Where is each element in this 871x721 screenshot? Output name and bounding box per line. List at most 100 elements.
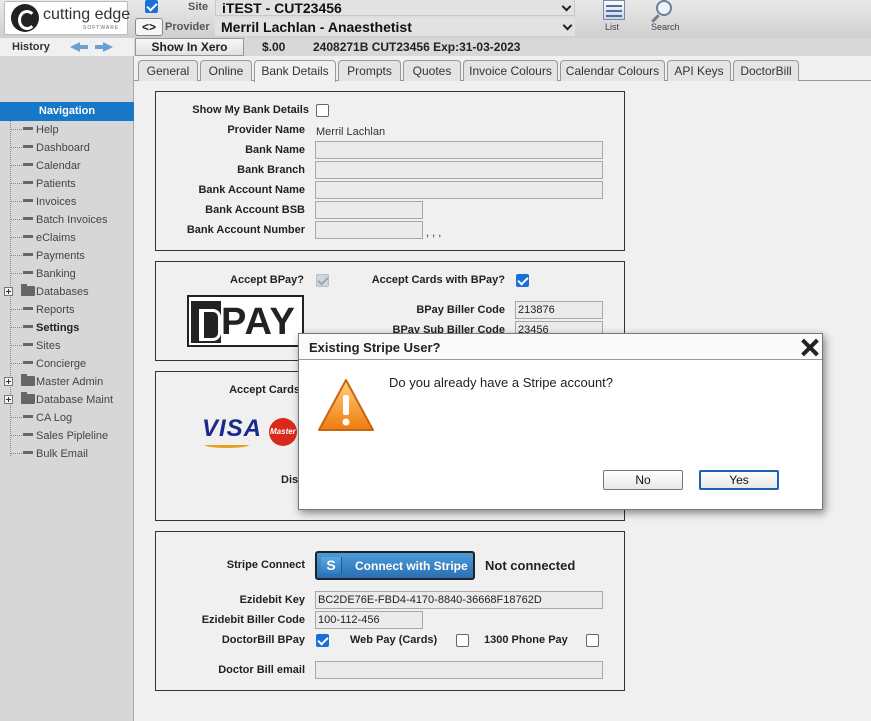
- sidebar-item[interactable]: Invoices: [0, 193, 134, 211]
- bank-account-number-input[interactable]: [315, 221, 423, 239]
- doctor-bill-email-label: Doctor Bill email: [218, 664, 305, 676]
- no-button[interactable]: No: [603, 470, 683, 490]
- sidebar-item-label: Reports: [36, 304, 75, 316]
- sidebar-item[interactable]: Database Maint: [0, 391, 134, 409]
- search-label[interactable]: Search: [651, 22, 680, 32]
- tab-quotes[interactable]: Quotes: [403, 60, 461, 81]
- doctorbill-bpay-checkbox[interactable]: [316, 634, 329, 647]
- sidebar-item[interactable]: Settings: [0, 319, 134, 337]
- doctorbill-bpay-label: DoctorBill BPay: [221, 634, 305, 646]
- phone-pay-checkbox[interactable]: [586, 634, 599, 647]
- sidebar-item[interactable]: Sales Pipleline: [0, 427, 134, 445]
- expand-icon[interactable]: [4, 287, 13, 296]
- stripe-status: Not connected: [485, 558, 576, 573]
- ezidebit-biller-code-label: Ezidebit Biller Code: [201, 614, 305, 626]
- tab-api-keys[interactable]: API Keys: [667, 60, 731, 81]
- expand-icon[interactable]: [4, 395, 13, 404]
- logo-mark-icon: [11, 4, 39, 32]
- site-label: Site: [188, 1, 209, 13]
- tree-connector: [11, 165, 22, 166]
- provider-select[interactable]: Merril Lachlan - Anaesthetist: [215, 18, 575, 36]
- tree-connector: [11, 147, 22, 148]
- item-bullet-icon: [23, 163, 33, 166]
- tree-connector: [11, 255, 22, 256]
- sidebar-item-label: Payments: [36, 250, 85, 262]
- expand-icon[interactable]: [4, 377, 13, 386]
- tree-connector: [11, 363, 22, 364]
- item-bullet-icon: [23, 415, 33, 418]
- sidebar-item[interactable]: CA Log: [0, 409, 134, 427]
- tab-general[interactable]: General: [138, 60, 198, 81]
- tab-online[interactable]: Online: [200, 60, 252, 81]
- item-bullet-icon: [23, 199, 33, 202]
- tab-bank-details[interactable]: Bank Details: [254, 60, 336, 82]
- sidebar-item[interactable]: Payments: [0, 247, 134, 265]
- site-checkbox[interactable]: [145, 0, 158, 13]
- visa-swoosh: [205, 442, 249, 448]
- bpay-biller-code-label: BPay Biller Code: [416, 304, 505, 316]
- sidebar-item-label: Invoices: [36, 196, 77, 208]
- sidebar-item[interactable]: eClaims: [0, 229, 134, 247]
- doctor-bill-email-input[interactable]: [315, 661, 603, 679]
- sidebar-item[interactable]: Sites: [0, 337, 134, 355]
- item-bullet-icon: [23, 145, 33, 148]
- sidebar-item[interactable]: Calendar: [0, 157, 134, 175]
- list-label[interactable]: List: [605, 22, 619, 32]
- history-back-arrow-icon[interactable]: [70, 40, 88, 54]
- tab-prompts[interactable]: Prompts: [338, 60, 401, 81]
- bpay-biller-code-input[interactable]: 213876: [515, 301, 603, 319]
- bank-name-input[interactable]: [315, 141, 603, 159]
- tree-connector: [11, 309, 22, 310]
- sidebar-item-label: Banking: [36, 268, 76, 280]
- mastercard-logo-text: Master: [270, 427, 296, 436]
- bank-account-name-input[interactable]: [315, 181, 603, 199]
- sidebar-item[interactable]: Master Admin: [0, 373, 134, 391]
- sidebar-item-label: Databases: [36, 286, 89, 298]
- sidebar-item-label: Batch Invoices: [36, 214, 108, 226]
- sidebar-item[interactable]: Concierge: [0, 355, 134, 373]
- show-bank-details-checkbox[interactable]: [316, 104, 329, 117]
- existing-stripe-user-dialog: Existing Stripe User? Do you already hav…: [298, 333, 823, 510]
- sidebar-item[interactable]: Batch Invoices: [0, 211, 134, 229]
- sidebar-item[interactable]: Dashboard: [0, 139, 134, 157]
- accept-cards-bpay-checkbox[interactable]: [516, 274, 529, 287]
- ezidebit-biller-code-input[interactable]: 100-112-456: [315, 611, 423, 629]
- yes-button[interactable]: Yes: [699, 470, 779, 490]
- sidebar-item[interactable]: Banking: [0, 265, 134, 283]
- tab-calendar-colours[interactable]: Calendar Colours: [560, 60, 665, 81]
- sidebar-item-label: Database Maint: [36, 394, 114, 406]
- app-logo[interactable]: cutting edge SOFTWARE: [4, 1, 130, 35]
- item-bullet-icon: [23, 181, 33, 184]
- dialog-title: Existing Stripe User?: [309, 340, 441, 355]
- site-select[interactable]: iTEST - CUT23456: [215, 0, 575, 16]
- provider-toggle-button[interactable]: <>: [135, 18, 163, 36]
- item-bullet-icon: [23, 451, 33, 454]
- sidebar-item[interactable]: Databases: [0, 283, 134, 301]
- bank-account-name-label: Bank Account Name: [198, 184, 305, 196]
- bank-branch-input[interactable]: [315, 161, 603, 179]
- ezidebit-key-input[interactable]: BC2DE76E-FBD4-4170-8840-36668F18762D: [315, 591, 603, 609]
- connect-with-stripe-button[interactable]: S Connect with Stripe: [315, 551, 475, 580]
- tab-invoice-colours[interactable]: Invoice Colours: [463, 60, 558, 81]
- accept-bpay-checkbox[interactable]: [316, 274, 329, 287]
- sidebar-item[interactable]: Reports: [0, 301, 134, 319]
- provider-select-value: Merril Lachlan - Anaesthetist: [221, 19, 412, 35]
- list-icon[interactable]: [603, 0, 625, 20]
- tree-connector: [11, 327, 22, 328]
- search-icon[interactable]: [656, 0, 672, 16]
- sidebar-item[interactable]: Bulk Email: [0, 445, 134, 463]
- show-in-xero-button[interactable]: Show In Xero: [135, 38, 244, 56]
- tab-doctorbill[interactable]: DoctorBill: [733, 60, 799, 81]
- logo-subtext: SOFTWARE: [83, 25, 120, 31]
- bank-bsb-input[interactable]: [315, 201, 423, 219]
- sidebar-item-label: Calendar: [36, 160, 81, 172]
- web-pay-checkbox[interactable]: [456, 634, 469, 647]
- sidebar-item-label: Bulk Email: [36, 448, 88, 460]
- bank-branch-label: Bank Branch: [237, 164, 305, 176]
- close-icon[interactable]: [800, 338, 818, 356]
- tree-connector: [11, 273, 22, 274]
- sidebar-item[interactable]: Help: [0, 121, 134, 139]
- sidebar-item[interactable]: Patients: [0, 175, 134, 193]
- history-forward-arrow-icon[interactable]: [95, 40, 113, 54]
- connect-with-stripe-label: Connect with Stripe: [355, 559, 468, 573]
